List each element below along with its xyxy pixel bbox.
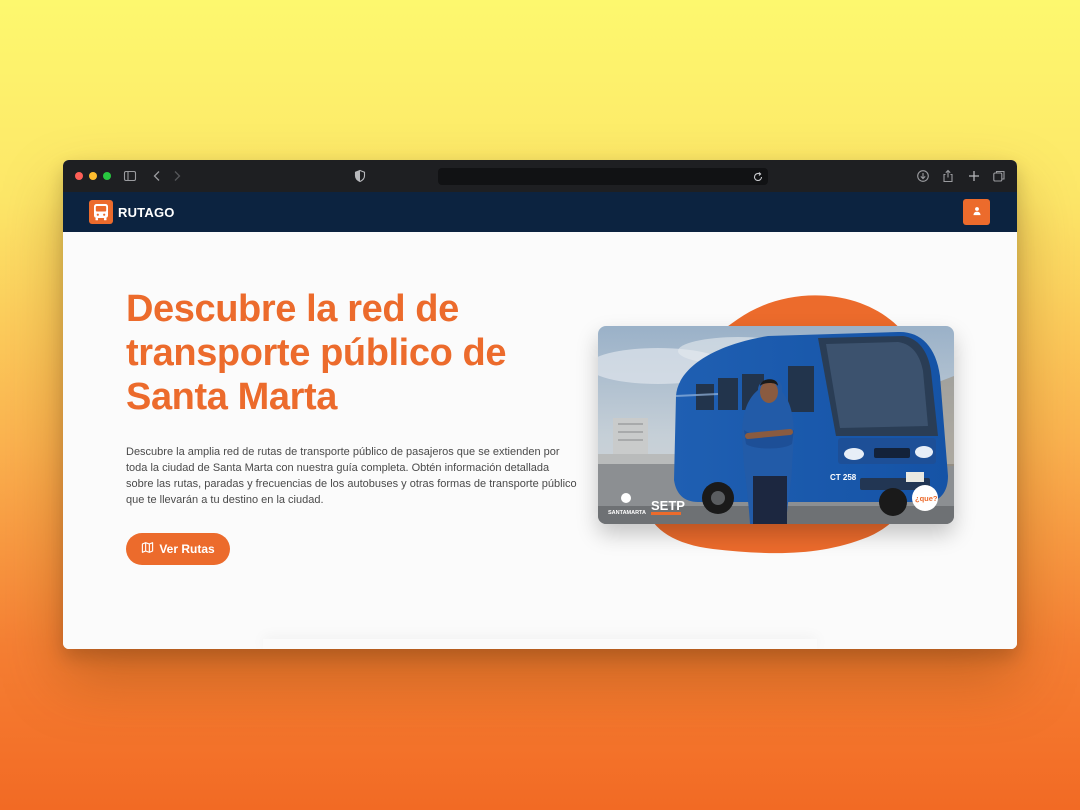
hero-section: Descubre la red de transporte público de…: [63, 232, 1017, 649]
setp-logo-text: SETP: [651, 498, 685, 513]
sidebar-icon[interactable]: [123, 169, 137, 183]
bus-plate: CT 258: [830, 473, 857, 482]
hero-title: Descubre la red de transporte público de…: [126, 288, 507, 418]
reload-icon[interactable]: [752, 170, 764, 182]
ver-rutas-button[interactable]: Ver Rutas: [126, 533, 230, 565]
address-bar[interactable]: [438, 168, 768, 185]
map-icon: [141, 541, 154, 557]
user-icon: [972, 203, 982, 221]
ver-rutas-label: Ver Rutas: [159, 542, 215, 556]
browser-chrome: [63, 160, 1017, 192]
new-tab-icon[interactable]: [967, 169, 981, 183]
bus-photo: CT 258 SANTAMARTA SETP ¿que?: [598, 326, 954, 524]
site-navbar: RUTAGO: [63, 192, 1017, 232]
back-icon[interactable]: [150, 169, 164, 183]
download-icon[interactable]: [916, 169, 930, 183]
browser-window: RUTAGO Descubre la red de transporte púb…: [63, 160, 1017, 649]
tabs-icon[interactable]: [992, 169, 1006, 183]
hero-description: Descubre la amplia red de rutas de trans…: [126, 446, 577, 506]
photo-badge: ¿que?: [915, 494, 938, 503]
forward-icon[interactable]: [170, 169, 184, 183]
close-window-button[interactable]: [75, 172, 83, 180]
maximize-window-button[interactable]: [103, 172, 111, 180]
bus-icon[interactable]: [89, 200, 113, 224]
shield-icon[interactable]: [353, 169, 367, 183]
window-controls: [75, 172, 111, 180]
minimize-window-button[interactable]: [89, 172, 97, 180]
brand-name[interactable]: RUTAGO: [118, 205, 175, 220]
santamarta-logo-text: SANTAMARTA: [608, 510, 646, 516]
share-icon[interactable]: [941, 169, 955, 183]
user-account-button[interactable]: [963, 199, 990, 225]
